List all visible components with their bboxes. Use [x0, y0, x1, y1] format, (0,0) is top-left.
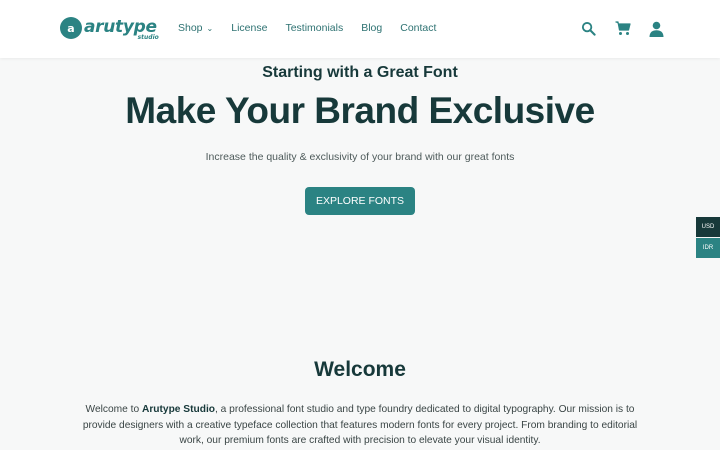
nav-item-label: Contact	[400, 22, 437, 34]
cart-icon[interactable]	[614, 20, 631, 37]
hero-tagline: Increase the quality & exclusivity of yo…	[205, 151, 515, 163]
nav-item-blog[interactable]: Blog	[361, 22, 382, 34]
nav-item-label: License	[231, 22, 268, 34]
nav-item-testimonials[interactable]: Testimonials	[285, 22, 343, 34]
nav-item-label: Blog	[361, 22, 383, 34]
hero-subtitle: Starting with a Great Font	[262, 64, 458, 81]
logo-wordmark: arutype studio	[84, 17, 159, 41]
nav-item-shop[interactable]: Shop ⌄	[178, 22, 213, 34]
currency-idr-button[interactable]: IDR	[696, 238, 720, 258]
welcome-text: Welcome to Arutype Studio, a professiona…	[80, 402, 640, 449]
nav-item-label: Shop	[178, 22, 203, 34]
main-nav: Shop ⌄ License Testimonials Blog Contact	[178, 22, 454, 34]
logo-subtext: studio	[137, 34, 159, 41]
nav-item-license[interactable]: License	[231, 22, 267, 34]
site-header: a arutype studio Shop ⌄ License Testimon…	[0, 0, 720, 58]
chevron-down-icon: ⌄	[206, 23, 214, 33]
welcome-text-prefix: Welcome to	[85, 404, 142, 415]
explore-fonts-button[interactable]: EXPLORE FONTS	[305, 187, 415, 215]
logo[interactable]: a arutype studio	[60, 17, 159, 41]
logo-mark-icon: a	[60, 17, 82, 39]
nav-item-contact[interactable]: Contact	[400, 22, 436, 34]
search-icon[interactable]	[580, 20, 597, 37]
nav-item-label: Testimonials	[285, 22, 344, 34]
welcome-title: Welcome	[314, 358, 406, 381]
user-icon[interactable]	[648, 20, 665, 37]
currency-switcher: USD IDR	[696, 217, 720, 258]
welcome-text-brand: Arutype Studio	[141, 404, 215, 415]
currency-usd-button[interactable]: USD	[696, 217, 720, 237]
header-icons	[580, 20, 665, 37]
hero-headline: Make Your Brand Exclusive	[125, 90, 595, 131]
